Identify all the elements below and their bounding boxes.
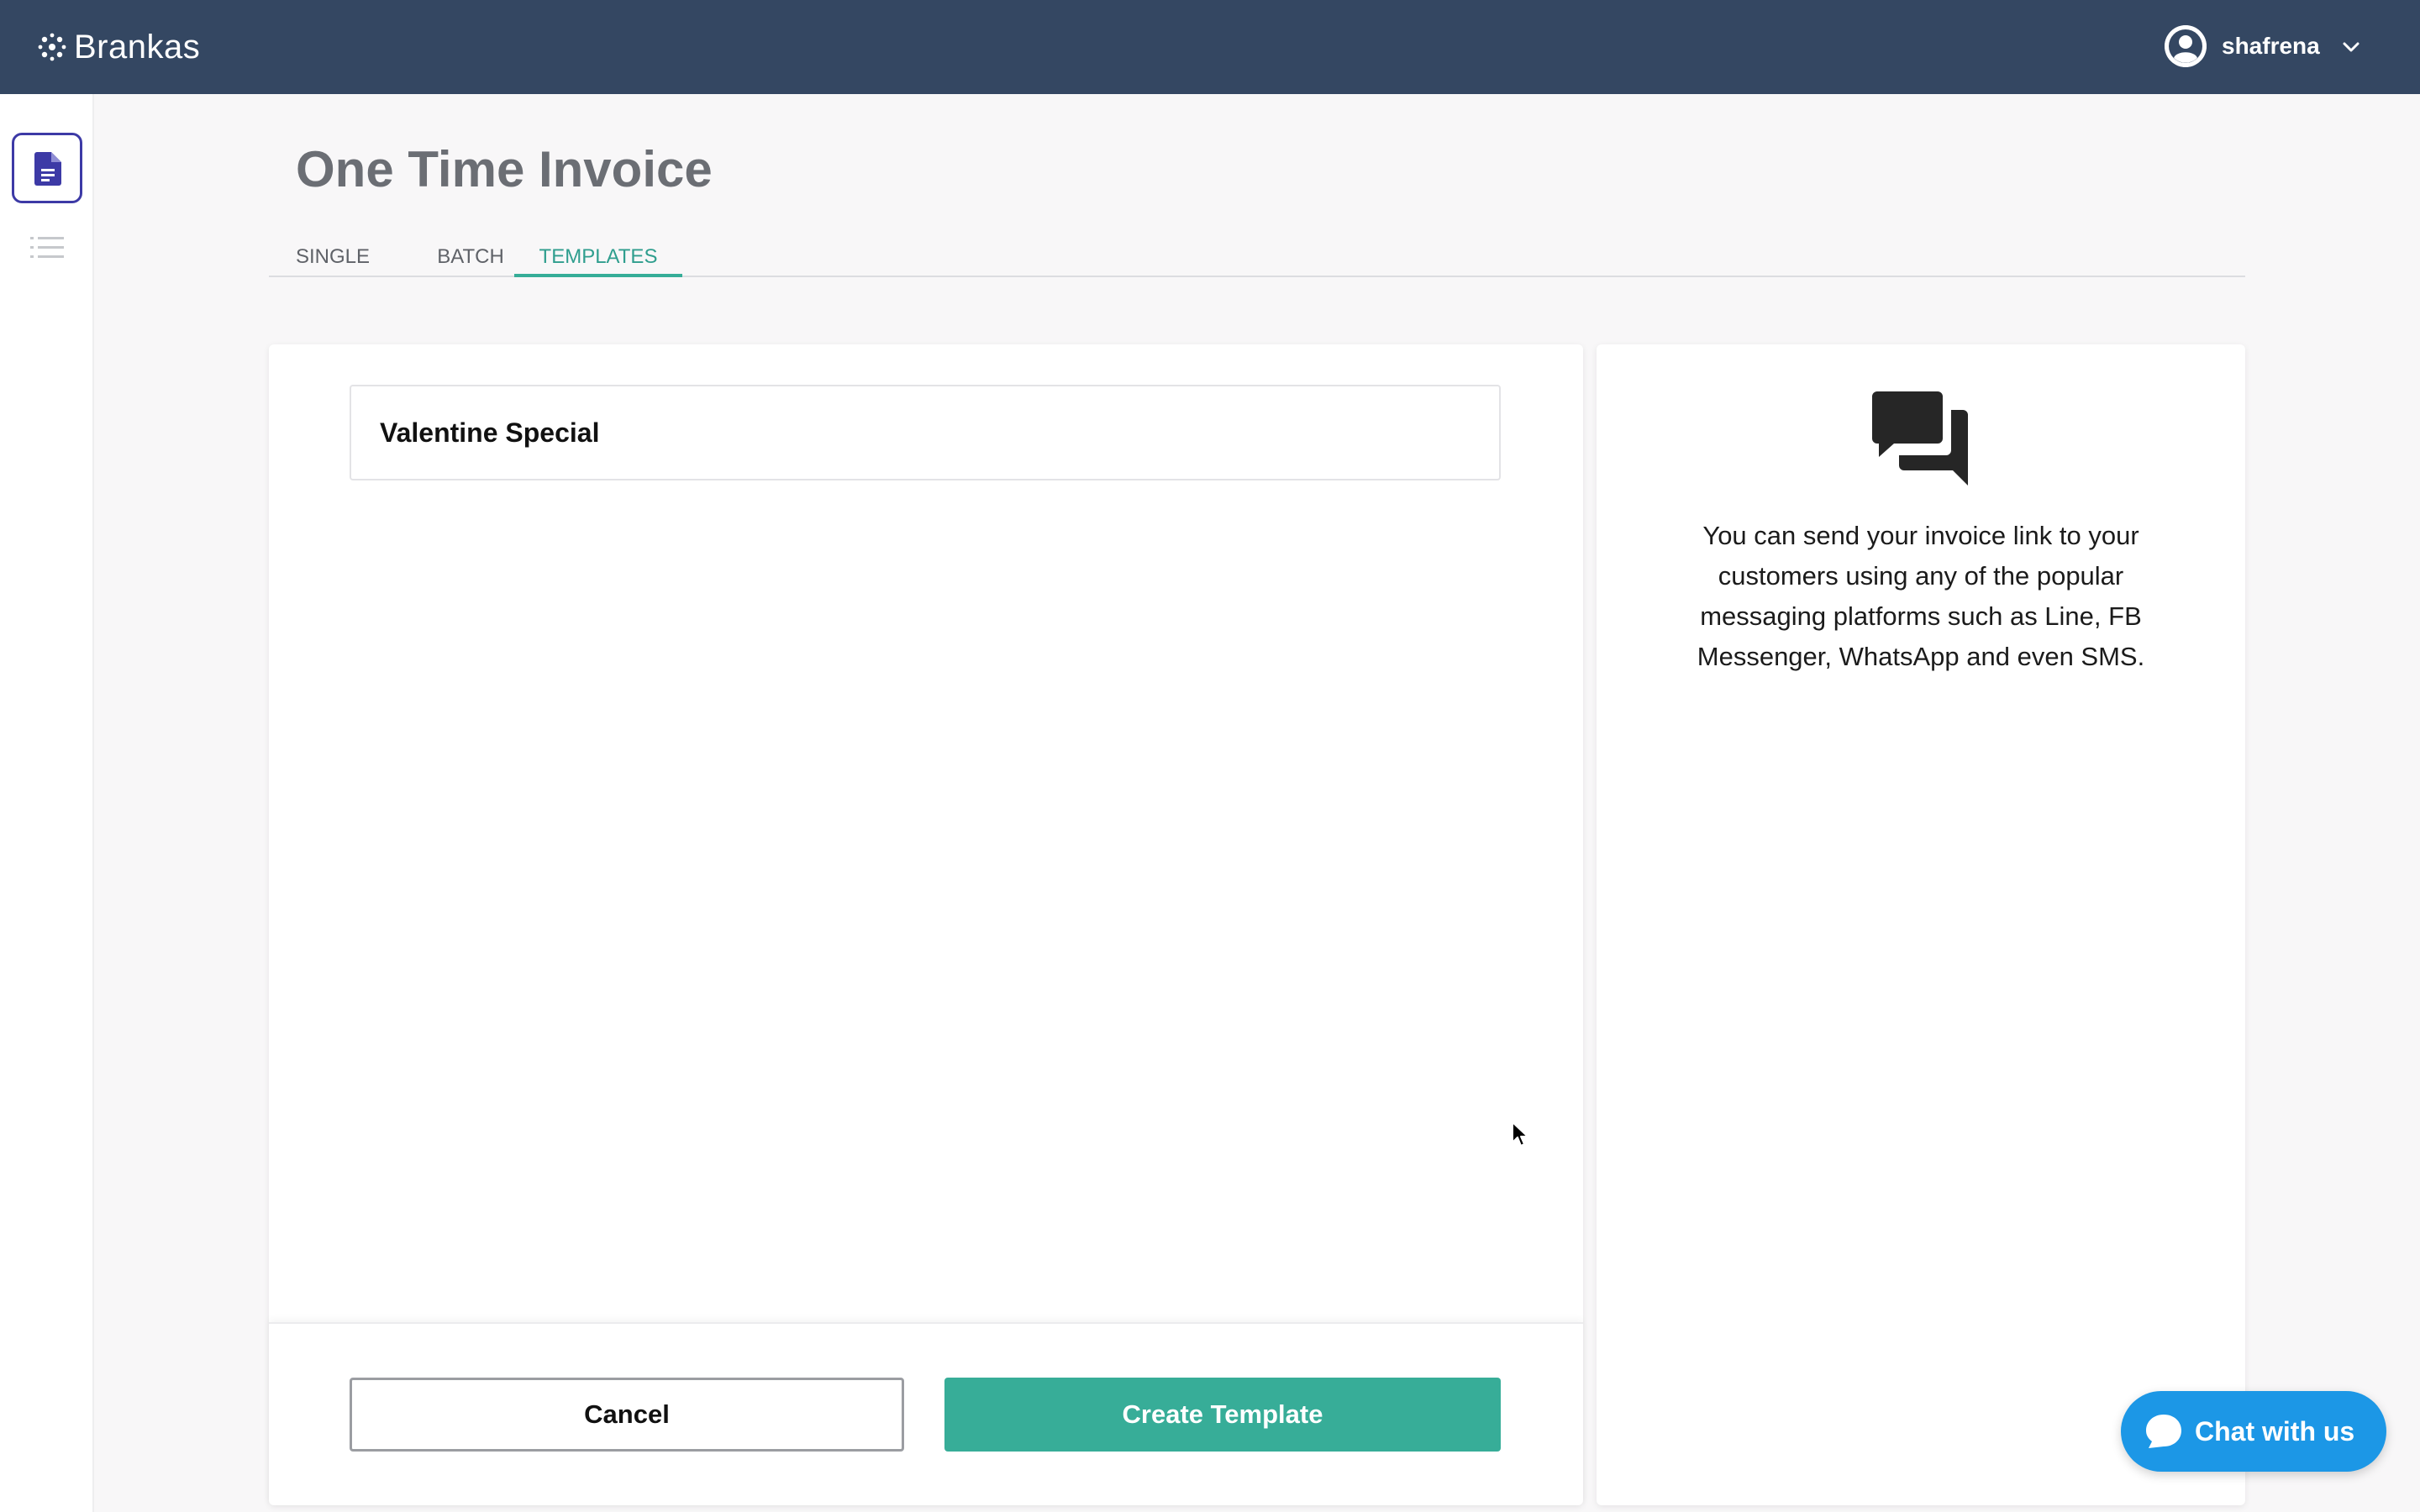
username[interactable]: shafrena	[2222, 25, 2320, 67]
chat-bubble-icon	[2146, 1415, 2181, 1448]
tab-single[interactable]: SINGLE	[269, 235, 393, 276]
template-name-field[interactable]: Valentine Special	[350, 385, 1501, 480]
brankas-logo-icon	[38, 33, 66, 61]
cancel-button[interactable]: Cancel	[350, 1378, 904, 1452]
list-icon	[30, 237, 64, 258]
tab-batch[interactable]: BATCH	[418, 235, 523, 276]
tab-templates[interactable]: TEMPLATES	[514, 235, 682, 277]
chat-bubbles-icon	[1872, 391, 1968, 486]
user-avatar-icon	[2165, 25, 2207, 67]
avatar[interactable]	[2165, 25, 2207, 67]
page-title: One Time Invoice	[296, 141, 713, 197]
info-card: You can send your invoice link to your c…	[1597, 344, 2245, 1505]
chevron-down-icon[interactable]	[2341, 37, 2361, 57]
document-icon	[34, 152, 61, 186]
template-form-card: Valentine Special	[269, 344, 1583, 1505]
top-bar: Brankas shafrena	[0, 0, 2420, 94]
app-logo-text[interactable]: Brankas	[74, 20, 200, 74]
sidebar-item-list[interactable]	[30, 235, 64, 260]
chat-widget-label: Chat with us	[2195, 1416, 2355, 1446]
mouse-cursor-icon	[1512, 1121, 1528, 1147]
create-template-button[interactable]: Create Template	[944, 1378, 1501, 1452]
info-text: You can send your invoice link to your c…	[1697, 521, 2145, 671]
sidebar-item-invoice[interactable]	[12, 133, 82, 203]
sidebar	[0, 94, 94, 1512]
tab-bar: SINGLE BATCH TEMPLATES	[269, 235, 2245, 277]
user-menu[interactable]: shafrena	[2165, 25, 2375, 69]
chat-with-us-button[interactable]: Chat with us	[2121, 1391, 2386, 1472]
